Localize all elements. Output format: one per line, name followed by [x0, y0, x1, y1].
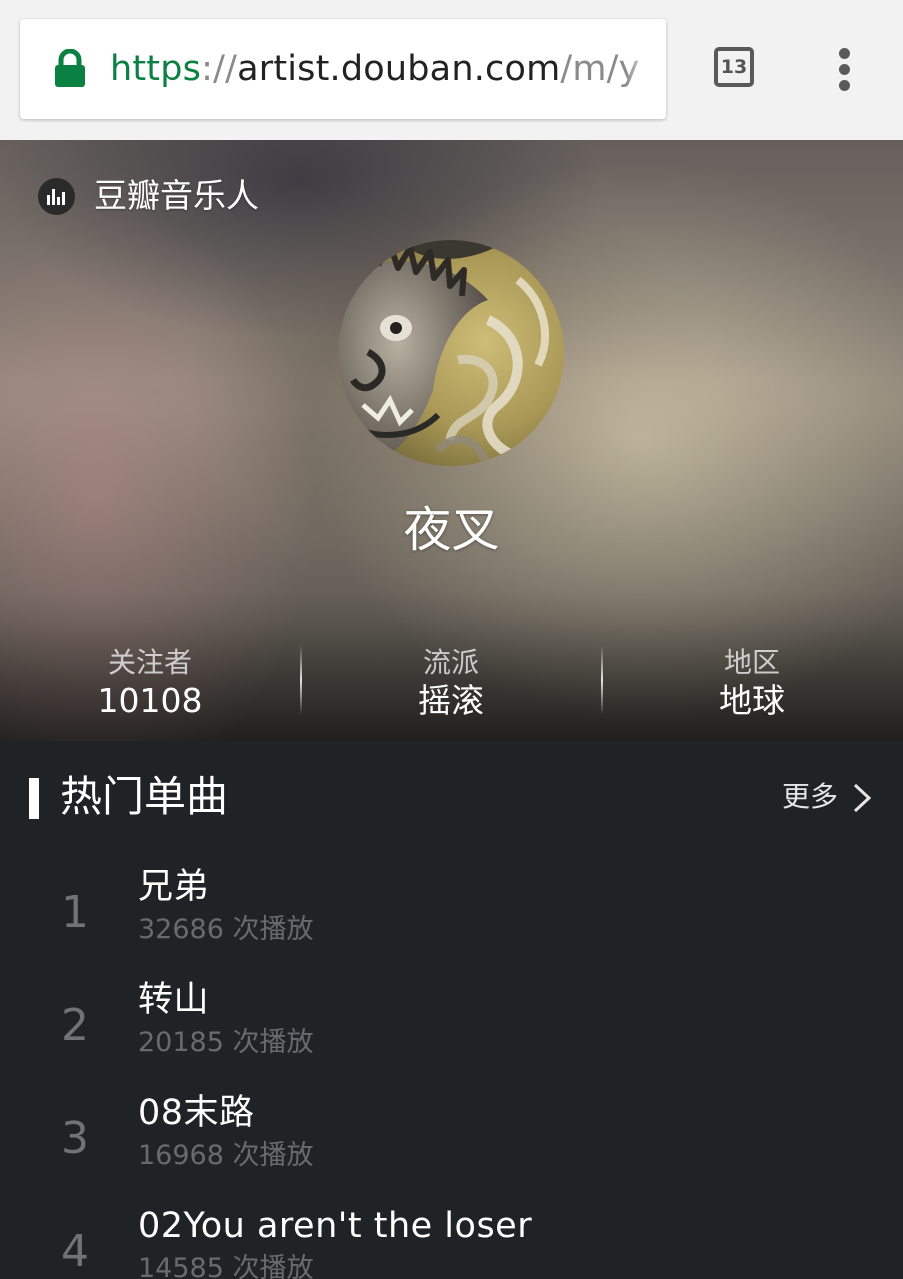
stat-value: 摇滚: [418, 681, 484, 720]
song-row[interactable]: 2 转山 20185 次播放: [0, 978, 903, 1088]
stat-value: 10108: [97, 681, 203, 720]
url-text: https://artist.douban.com/m/y: [110, 44, 640, 94]
url-scheme: https: [110, 49, 202, 89]
artist-avatar[interactable]: [338, 240, 564, 466]
hot-songs-section: 热门单曲 更多 1 兄弟 32686 次播放 2 转山 20185 次播放 3 …: [0, 741, 903, 1279]
tab-switcher-button[interactable]: 13: [714, 47, 754, 87]
artist-hero: 豆瓣音乐人 夜叉 关注者 10108 流派 摇滚 地区 地球: [0, 140, 903, 741]
lock-icon: [55, 49, 85, 87]
stat-followers: 关注者 10108: [0, 645, 300, 721]
artist-name: 夜叉: [403, 502, 500, 558]
stat-value: 地球: [719, 681, 785, 720]
douban-music-logo-icon: [38, 178, 75, 215]
browser-toolbar: https://artist.douban.com/m/y 13: [0, 0, 903, 141]
chevron-right-icon: [853, 783, 872, 813]
song-play-count: 14585 次播放: [138, 1253, 314, 1279]
song-rank: 1: [61, 887, 89, 938]
more-vert-icon[interactable]: [832, 46, 858, 92]
song-title: 08末路: [138, 1093, 255, 1133]
url-fade: [626, 19, 666, 119]
song-rank: 3: [61, 1113, 89, 1164]
song-play-count: 20185 次播放: [138, 1027, 314, 1058]
stat-region: 地区 地球: [602, 645, 902, 721]
stat-label: 关注者: [107, 646, 192, 679]
song-play-count: 32686 次播放: [138, 914, 314, 945]
song-row[interactable]: 4 02You aren't the loser 14585 次播放: [0, 1204, 903, 1279]
brand-label: 豆瓣音乐人: [94, 176, 259, 215]
song-row[interactable]: 3 08末路 16968 次播放: [0, 1091, 903, 1201]
url-separator: ://: [201, 49, 238, 89]
url-host: artist.douban.com: [237, 49, 561, 89]
address-bar[interactable]: https://artist.douban.com/m/y: [20, 19, 666, 119]
song-title: 兄弟: [138, 867, 210, 907]
song-rank: 2: [61, 1000, 89, 1051]
stat-genre: 流派 摇滚: [301, 645, 601, 721]
artist-stats: 关注者 10108 流派 摇滚 地区 地球: [0, 645, 903, 735]
more-label: 更多: [782, 780, 839, 813]
stat-label: 流派: [422, 646, 479, 679]
song-title: 02You aren't the loser: [138, 1206, 533, 1246]
song-row[interactable]: 1 兄弟 32686 次播放: [0, 865, 903, 975]
section-title: 热门单曲: [60, 772, 229, 821]
section-accent-bar: [29, 778, 39, 819]
avatar-image: [338, 240, 564, 466]
song-title: 转山: [138, 980, 210, 1020]
stat-label: 地区: [723, 646, 780, 679]
song-rank: 4: [61, 1226, 89, 1277]
song-play-count: 16968 次播放: [138, 1140, 314, 1171]
